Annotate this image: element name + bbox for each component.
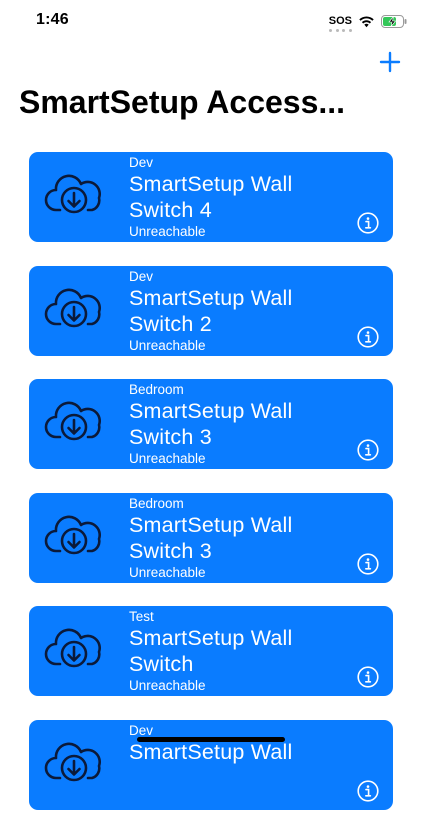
accessory-status: Unreachable [129,224,206,239]
accessory-card[interactable]: Test SmartSetup Wall Switch Unreachable [29,606,393,696]
accessory-status: Unreachable [129,564,206,580]
info-icon[interactable] [357,212,379,234]
info-icon[interactable] [357,779,379,802]
accessory-card[interactable]: Dev SmartSetup Wall [29,719,393,810]
accessory-room: Bedroom [129,495,184,511]
accessory-room: Test [129,609,154,624]
page-title: SmartSetup Access... [19,84,346,120]
accessory-room: Dev [129,155,154,170]
accessory-name: SmartSetup Wall Switch 3 [129,399,293,449]
accessory-room: Dev [129,268,154,284]
battery-charging-icon [381,14,407,28]
status-time: 1:46 [36,11,69,28]
wifi-icon [359,15,374,27]
cloud-download-icon [44,401,101,441]
accessory-name: SmartSetup Wall Switch [129,626,293,676]
cloud-download-icon [44,742,101,781]
info-icon[interactable] [357,666,379,688]
cloud-download-icon [44,288,101,327]
plus-icon [379,51,401,73]
accessory-card[interactable]: Dev SmartSetup Wall Switch 4 Unreachable [29,152,393,242]
accessory-name: SmartSetup Wall Switch 2 [129,285,293,336]
info-icon[interactable] [357,325,379,348]
accessory-name: SmartSetup Wall Switch 4 [129,172,293,222]
accessory-name: SmartSetup Wall [129,739,293,764]
status-bar: 1:46 SOS [0,0,422,44]
add-accessory-button[interactable] [376,48,404,76]
accessory-status: Unreachable [129,678,206,693]
info-icon[interactable] [357,439,379,461]
accessory-card[interactable]: Bedroom SmartSetup Wall Switch 3 Unreachab… [29,379,393,469]
home-indicator[interactable] [137,737,285,742]
accessory-card[interactable]: Dev SmartSetup Wall Switch 2 Unreachable [29,265,393,356]
cloud-download-icon [44,628,101,668]
accessory-room: Dev [129,722,154,738]
accessory-list[interactable]: Dev SmartSetup Wall Switch 4 Unreachable De… [29,152,393,833]
sos-indicator: SOS [328,15,352,32]
cloud-download-icon [44,515,101,554]
sos-label: SOS [328,15,352,27]
info-icon[interactable] [357,552,379,575]
accessory-room: Bedroom [129,382,184,397]
accessory-card[interactable]: Bedroom SmartSetup Wall Switch 3 Unreachab… [29,492,393,583]
accessory-status: Unreachable [129,337,206,353]
accessory-status: Unreachable [129,451,206,466]
status-icons: SOS [328,12,408,32]
cloud-download-icon [44,174,101,214]
accessory-name: SmartSetup Wall Switch 3 [129,512,293,563]
